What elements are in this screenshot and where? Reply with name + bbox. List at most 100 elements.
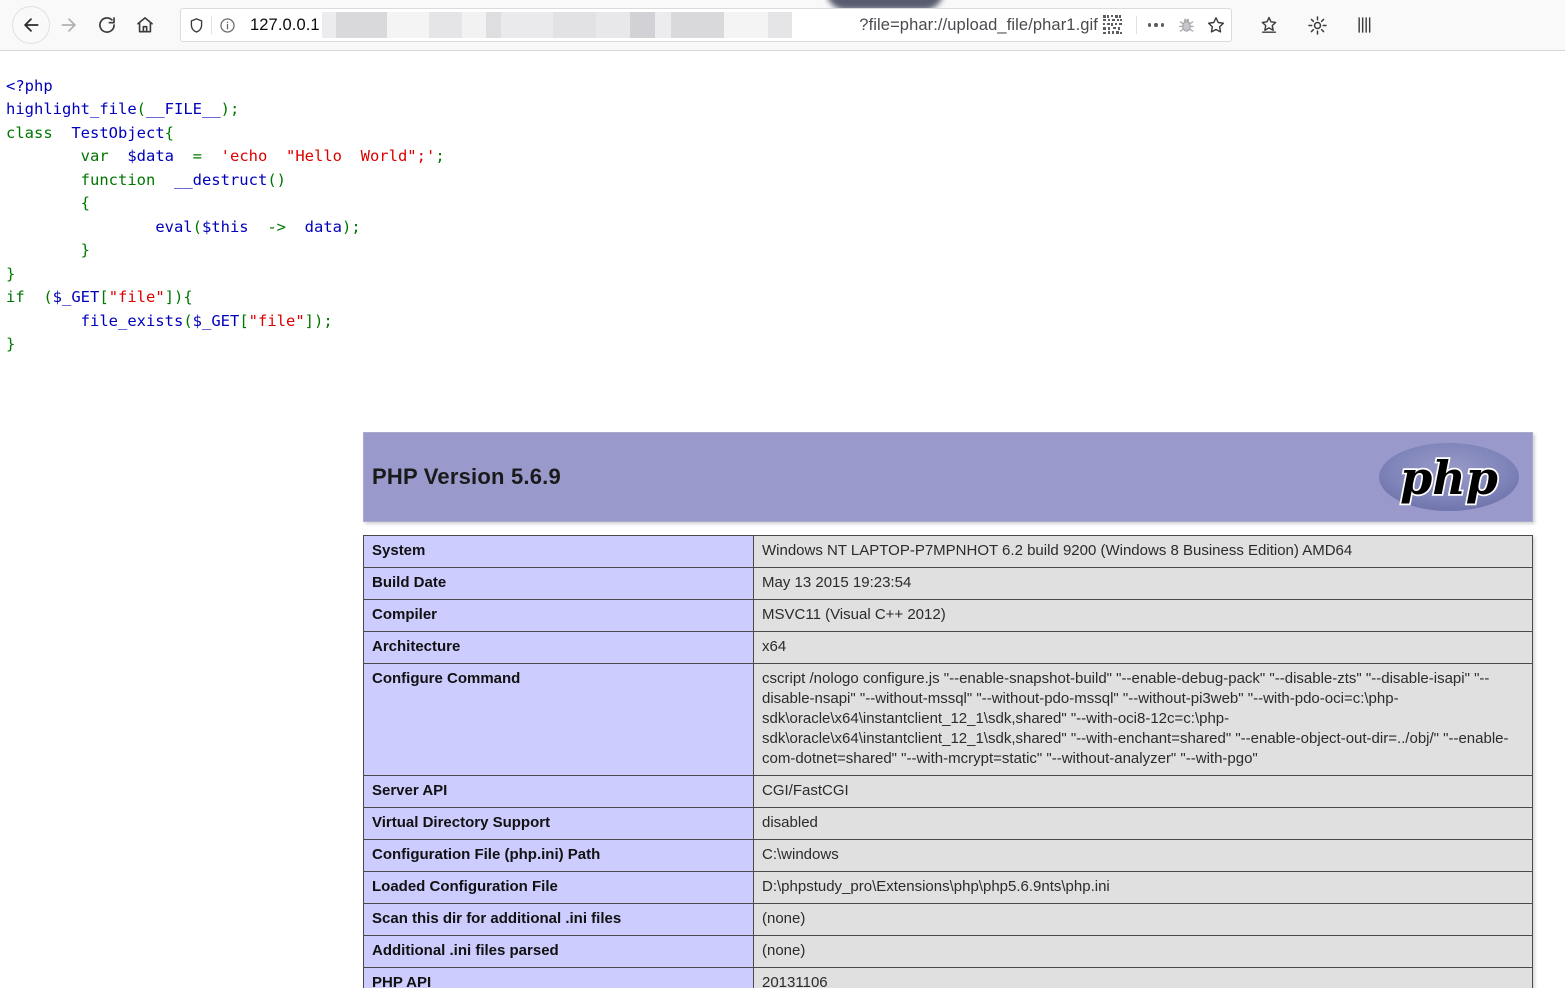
table-cell-value: D:\phpstudy_pro\Extensions\php\php5.6.9n…: [753, 871, 1533, 904]
code-token: $this: [201, 217, 249, 236]
page-actions-ellipsis-icon[interactable]: [1141, 10, 1171, 40]
code-token: $data: [127, 147, 174, 165]
reload-button[interactable]: [88, 6, 126, 44]
code-token: ->: [248, 217, 305, 236]
save-to-pocket-icon[interactable]: [1250, 6, 1288, 44]
code-token: (: [136, 100, 146, 118]
back-arrow-icon: [24, 18, 39, 32]
code-token: $_GET: [192, 311, 240, 330]
table-cell-key: Configuration File (php.ini) Path: [363, 839, 754, 872]
library-sidebar-icon[interactable]: [1346, 6, 1384, 44]
phpinfo-header: PHP Version 5.6.9 php: [363, 432, 1533, 522]
address-bar-divider-2: [1136, 16, 1137, 34]
page-content: <?php highlight_file(__FILE__); class Te…: [0, 51, 1565, 988]
qr-code-icon[interactable]: [1102, 14, 1124, 36]
svg-text:php: php: [1400, 451, 1498, 505]
code-token: class: [6, 123, 53, 142]
code-token: __destruct: [173, 170, 268, 189]
settings-gear-icon[interactable]: [1298, 6, 1336, 44]
php-logo-icon: php: [1379, 443, 1519, 511]
shield-icon[interactable]: [181, 10, 211, 40]
dot: [1154, 23, 1158, 27]
code-token: =: [174, 147, 221, 165]
qr-code-glyph: [1103, 15, 1122, 34]
url-text[interactable]: 127.0.0.1 ?file=phar://upload_file/phar1…: [242, 9, 1102, 41]
table-cell-value: (none): [753, 903, 1533, 936]
code-token: TestObject: [71, 123, 165, 142]
code-token: (: [24, 288, 53, 306]
table-cell-value: x64: [753, 631, 1533, 664]
code-token: ]): [164, 288, 184, 306]
code-token: ;: [351, 217, 361, 236]
shield-glyph: [190, 17, 202, 33]
table-row: Additional .ini files parsed (none): [363, 935, 1533, 968]
table-cell-value: disabled: [753, 807, 1533, 840]
table-cell-value: May 13 2015 19:23:54: [753, 567, 1533, 600]
code-token: }: [6, 335, 16, 353]
code-token: "file": [108, 288, 165, 306]
code-token: highlight_file: [6, 100, 137, 118]
phpinfo-table: System Windows NT LAPTOP-P7MPNHOT 6.2 bui…: [363, 535, 1533, 988]
code-token: ): [341, 217, 352, 236]
forward-button[interactable]: [50, 6, 88, 44]
table-cell-value: (none): [753, 935, 1533, 968]
table-row: Build Date May 13 2015 19:23:54: [363, 567, 1533, 600]
code-token: 'echo "Hello World";': [220, 147, 436, 165]
mosaic-tile: [654, 12, 671, 38]
mosaic-tile: [500, 12, 553, 38]
mosaic-tile: [670, 12, 724, 38]
bug-glyph: [1178, 18, 1194, 32]
table-cell-key: Virtual Directory Support: [363, 807, 754, 840]
php-source-listing: <?php highlight_file(__FILE__); class Te…: [0, 67, 1565, 357]
table-row: Configuration File (php.ini) Path C:\wind…: [363, 839, 1533, 872]
mosaic-tile: [595, 12, 630, 38]
mosaic-tile: [321, 12, 336, 38]
url-suffix: ?file=phar://upload_file/phar1.gif: [859, 15, 1098, 34]
dot: [1160, 23, 1165, 27]
library-glyph: [1358, 17, 1371, 33]
table-row: Server API CGI/FastCGI: [363, 775, 1533, 808]
table-row: System Windows NT LAPTOP-P7MPNHOT 6.2 bui…: [363, 535, 1533, 568]
code-token: [: [239, 311, 249, 330]
bookmark-star-icon[interactable]: [1201, 10, 1231, 40]
code-token: var: [80, 147, 109, 165]
mosaic-tile: [552, 12, 596, 38]
back-button[interactable]: [12, 6, 50, 44]
code-token: "file": [248, 311, 305, 330]
table-cell-value: 20131106: [753, 967, 1533, 988]
page-info-icon[interactable]: [212, 10, 242, 40]
code-token: function: [80, 170, 156, 189]
code-token: if: [6, 288, 25, 306]
table-row: Compiler MSVC11 (Visual C++ 2012): [363, 599, 1533, 632]
info-circle-glyph: [219, 17, 235, 33]
table-cell-key: Architecture: [363, 631, 754, 664]
code-token: eval: [155, 217, 193, 236]
bug-icon[interactable]: [1171, 10, 1201, 40]
code-token: data: [304, 217, 342, 236]
address-bar[interactable]: 127.0.0.1 ?file=phar://upload_file/phar1…: [180, 8, 1232, 42]
table-row: Virtual Directory Support disabled: [363, 807, 1533, 840]
code-token: $_GET: [52, 288, 100, 306]
table-cell-value: Windows NT LAPTOP-P7MPNHOT 6.2 build 920…: [753, 535, 1533, 568]
code-token: file_exists: [80, 311, 184, 330]
table-cell-key: Configure Command: [363, 663, 754, 776]
forward-arrow-icon: [61, 18, 76, 32]
star-glyph: [1207, 17, 1225, 33]
code-token: }: [6, 264, 16, 283]
table-row: Architecture x64: [363, 631, 1533, 664]
table-cell-value: cscript /nologo configure.js "--enable-s…: [753, 663, 1533, 776]
code-token: ;: [435, 147, 445, 165]
mosaic-tile: [461, 12, 486, 38]
pocket-glyph: [1261, 16, 1277, 33]
code-token: {: [164, 123, 175, 142]
browser-toolbar: 127.0.0.1 ?file=phar://upload_file/phar1…: [0, 0, 1565, 51]
home-button[interactable]: [126, 6, 164, 44]
table-cell-key: Additional .ini files parsed: [363, 935, 754, 968]
